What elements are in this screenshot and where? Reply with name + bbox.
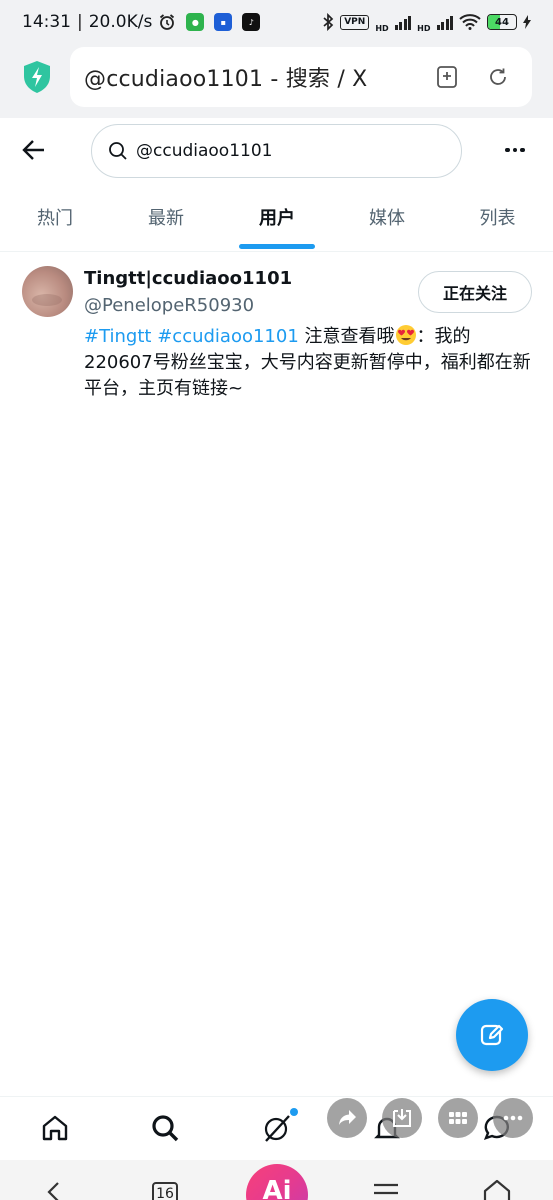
grok-icon[interactable] — [262, 1113, 292, 1143]
download-button[interactable] — [382, 1098, 422, 1138]
wifi-icon — [459, 14, 481, 30]
compose-button[interactable] — [456, 999, 528, 1071]
ai-label: Ai — [262, 1176, 292, 1200]
user-bio: #Tingtt #ccudiaoo1101 注意查看哦 ：我的220607号粉丝宝… — [84, 324, 539, 402]
signal-strength-icon — [394, 14, 412, 30]
tab-people[interactable]: 用户 — [222, 182, 332, 252]
reload-icon[interactable] — [486, 65, 510, 89]
signal-hd-label-2: HD — [417, 23, 431, 33]
apps-button[interactable] — [438, 1098, 478, 1138]
apps-grid-icon — [449, 1112, 467, 1124]
share-icon — [339, 1110, 356, 1125]
search-icon[interactable] — [150, 1113, 180, 1143]
charging-icon — [523, 15, 531, 29]
more-dot — [505, 147, 510, 153]
status-time: 14:31 — [22, 12, 71, 32]
url-field[interactable]: @ccudiaoo1101 - 搜索 / X — [70, 47, 532, 107]
tab-label: 最新 — [148, 208, 184, 229]
network-speed: 20.0K/s — [88, 12, 153, 32]
following-button[interactable]: 正在关注 — [418, 271, 532, 313]
signal-hd-label-1: HD — [375, 23, 389, 33]
tab-media[interactable]: 媒体 — [332, 182, 442, 252]
home-nav-icon[interactable] — [482, 1178, 512, 1200]
search-input[interactable]: @ccudiaoo1101 — [91, 124, 462, 178]
tab-top[interactable]: 热门 — [0, 182, 110, 252]
search-icon — [109, 142, 127, 160]
shield-lightning-icon[interactable] — [22, 60, 52, 94]
tab-label: 媒体 — [369, 208, 405, 229]
tab-count-button[interactable]: 16 — [152, 1182, 178, 1200]
search-tabs: 热门 最新 用户 媒体 列表 — [0, 182, 553, 252]
search-value: @ccudiaoo1101 — [136, 141, 273, 161]
active-tab-indicator — [239, 244, 315, 249]
vpn-badge: VPN — [340, 14, 370, 30]
alarm-icon — [160, 14, 175, 30]
wechat-icon: ● — [186, 13, 205, 31]
tab-label: 用户 — [259, 208, 295, 229]
bookmark-add-icon[interactable] — [435, 65, 459, 89]
status-right: VPN HD HD 44 — [322, 12, 531, 33]
ai-assistant-button[interactable]: Ai — [246, 1164, 308, 1200]
battery-level: 44 — [495, 16, 509, 28]
user-display-name[interactable]: Tingtt|ccudiaoo1101 — [84, 268, 292, 289]
tab-count: 16 — [156, 1186, 174, 1200]
system-nav-bar: 16 Ai — [0, 1160, 553, 1200]
bio-text: 注意查看哦 — [304, 326, 395, 347]
share-button[interactable] — [327, 1098, 367, 1138]
home-icon[interactable] — [40, 1113, 70, 1143]
avatar[interactable] — [22, 266, 73, 317]
search-header: @ccudiaoo1101 — [0, 118, 553, 182]
more-dot — [520, 147, 525, 153]
hashtag-link[interactable]: #ccudiaoo1101 — [157, 326, 299, 347]
status-left: 14:31 | 20.0K/s ● ▪ ♪ — [22, 12, 261, 32]
heart-eyes-emoji-icon — [395, 325, 416, 345]
tiktok-icon: ♪ — [242, 13, 261, 31]
app-notification-icon: ▪ — [214, 13, 233, 31]
browser-menu-button[interactable] — [493, 1098, 533, 1138]
tab-latest[interactable]: 最新 — [110, 182, 222, 252]
more-horizontal-icon — [503, 1115, 523, 1121]
download-icon — [393, 1109, 411, 1127]
compose-icon — [480, 1024, 504, 1046]
signal-strength-icon-2 — [436, 14, 453, 30]
tab-label: 热门 — [37, 208, 73, 229]
status-separator: | — [77, 12, 83, 32]
url-title: @ccudiaoo1101 - 搜索 / X — [84, 67, 368, 92]
browser-address-bar: @ccudiaoo1101 - 搜索 / X — [0, 44, 553, 118]
hamburger-menu-icon[interactable] — [372, 1182, 400, 1200]
battery-icon: 44 — [487, 14, 517, 30]
tab-lists[interactable]: 列表 — [442, 182, 553, 252]
user-result-card[interactable]: Tingtt|ccudiaoo1101 @PenelopeR50930 正在关注… — [0, 252, 553, 412]
user-handle: @PenelopeR50930 — [84, 295, 255, 316]
hashtag-link[interactable]: #Tingtt — [84, 326, 151, 347]
status-bar: 14:31 | 20.0K/s ● ▪ ♪ VPN HD HD 44 — [0, 0, 553, 44]
tab-label: 列表 — [479, 208, 516, 229]
bluetooth-icon — [323, 13, 334, 31]
arrow-left-icon[interactable] — [20, 136, 48, 164]
more-options-button[interactable] — [500, 136, 530, 164]
chevron-left-icon[interactable] — [44, 1180, 64, 1200]
notification-dot — [290, 1108, 298, 1116]
more-dot — [512, 147, 518, 153]
